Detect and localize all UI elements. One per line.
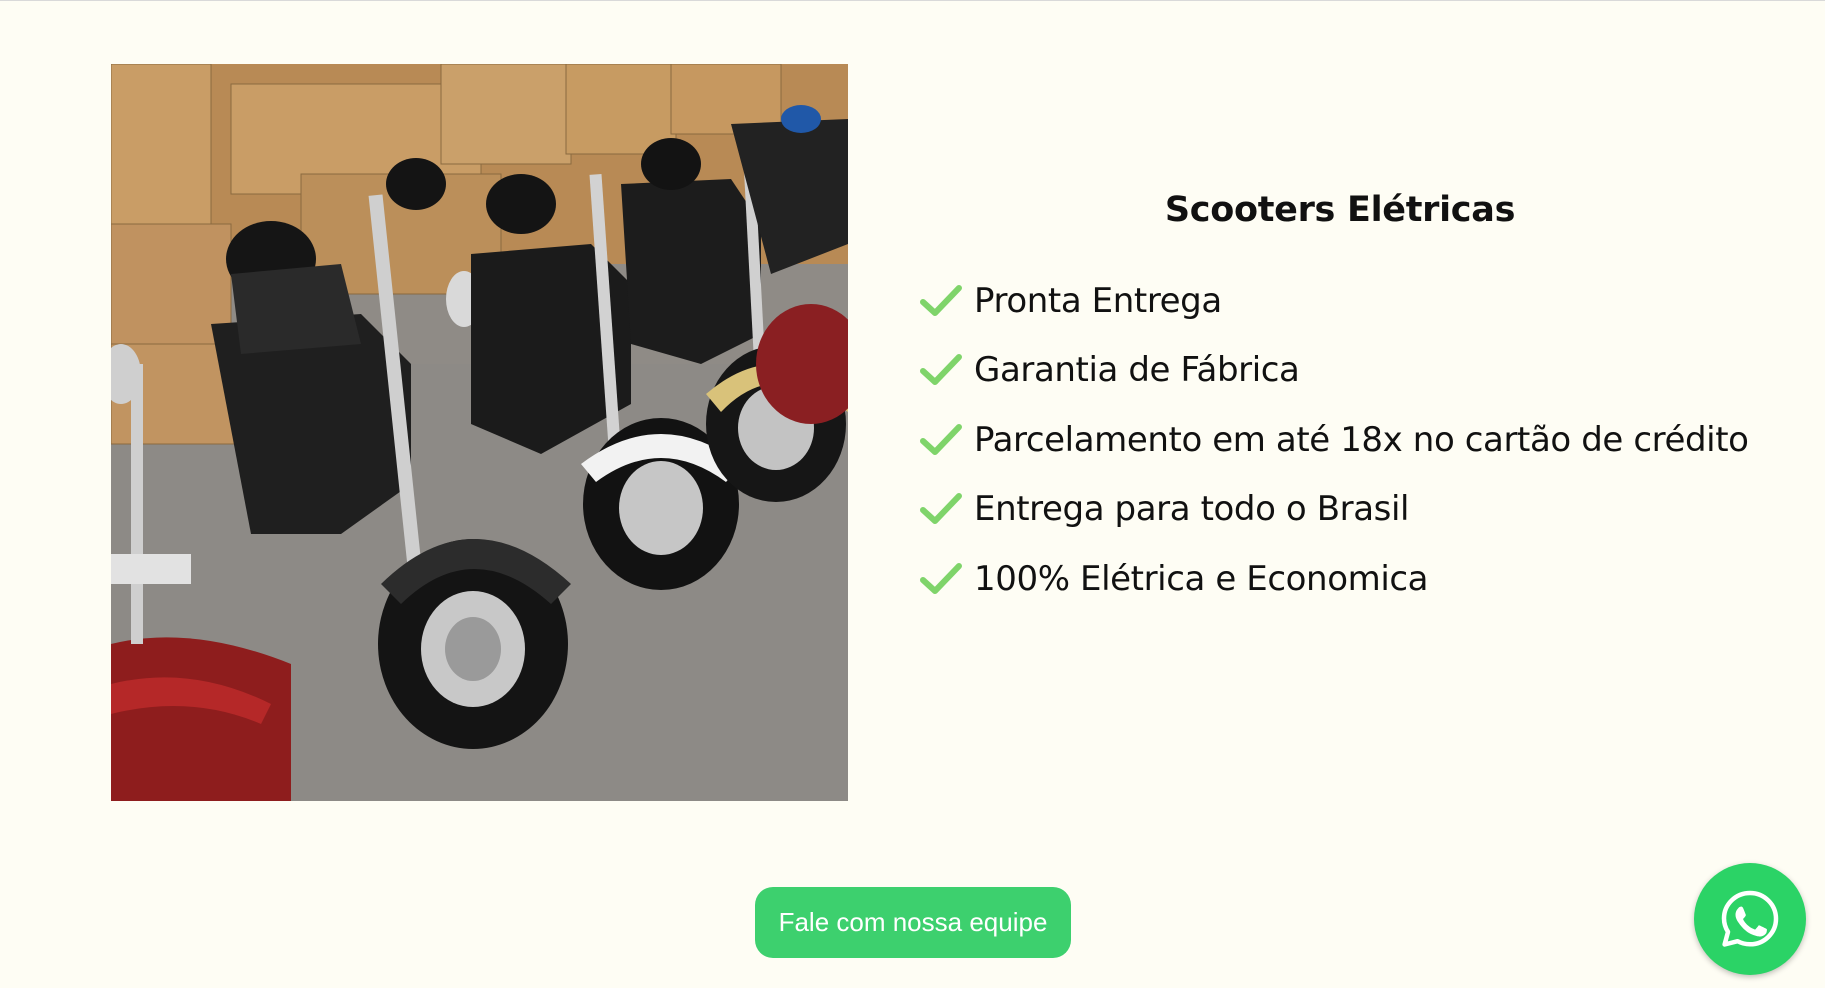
feature-text: Parcelamento em até 18x no cartão de cré…: [974, 419, 1749, 460]
feature-item: 100% Elétrica e Economica: [920, 544, 1780, 614]
check-icon: [920, 562, 962, 594]
section-title: Scooters Elétricas: [1164, 190, 1516, 230]
scooters-photo: [111, 64, 848, 801]
feature-item: Garantia de Fábrica: [920, 336, 1780, 406]
contact-team-button[interactable]: Fale com nossa equipe: [755, 887, 1071, 958]
feature-text: Entrega para todo o Brasil: [974, 489, 1410, 530]
check-icon: [920, 284, 962, 316]
feature-text: Garantia de Fábrica: [974, 350, 1300, 391]
check-icon: [920, 493, 962, 525]
feature-list: Pronta Entrega Garantia de Fábrica Parce…: [920, 266, 1780, 614]
features-section: Scooters Elétricas Pronta Entrega Garant…: [920, 190, 1780, 614]
top-divider: [0, 0, 1825, 1]
feature-text: Pronta Entrega: [974, 280, 1222, 321]
check-icon: [920, 354, 962, 386]
feature-item: Entrega para todo o Brasil: [920, 475, 1780, 545]
feature-item: Pronta Entrega: [920, 266, 1780, 336]
feature-item: Parcelamento em até 18x no cartão de cré…: [920, 405, 1780, 475]
feature-text: 100% Elétrica e Economica: [974, 558, 1429, 599]
whatsapp-button[interactable]: [1694, 863, 1806, 975]
whatsapp-icon: [1721, 890, 1779, 947]
check-icon: [920, 423, 962, 455]
